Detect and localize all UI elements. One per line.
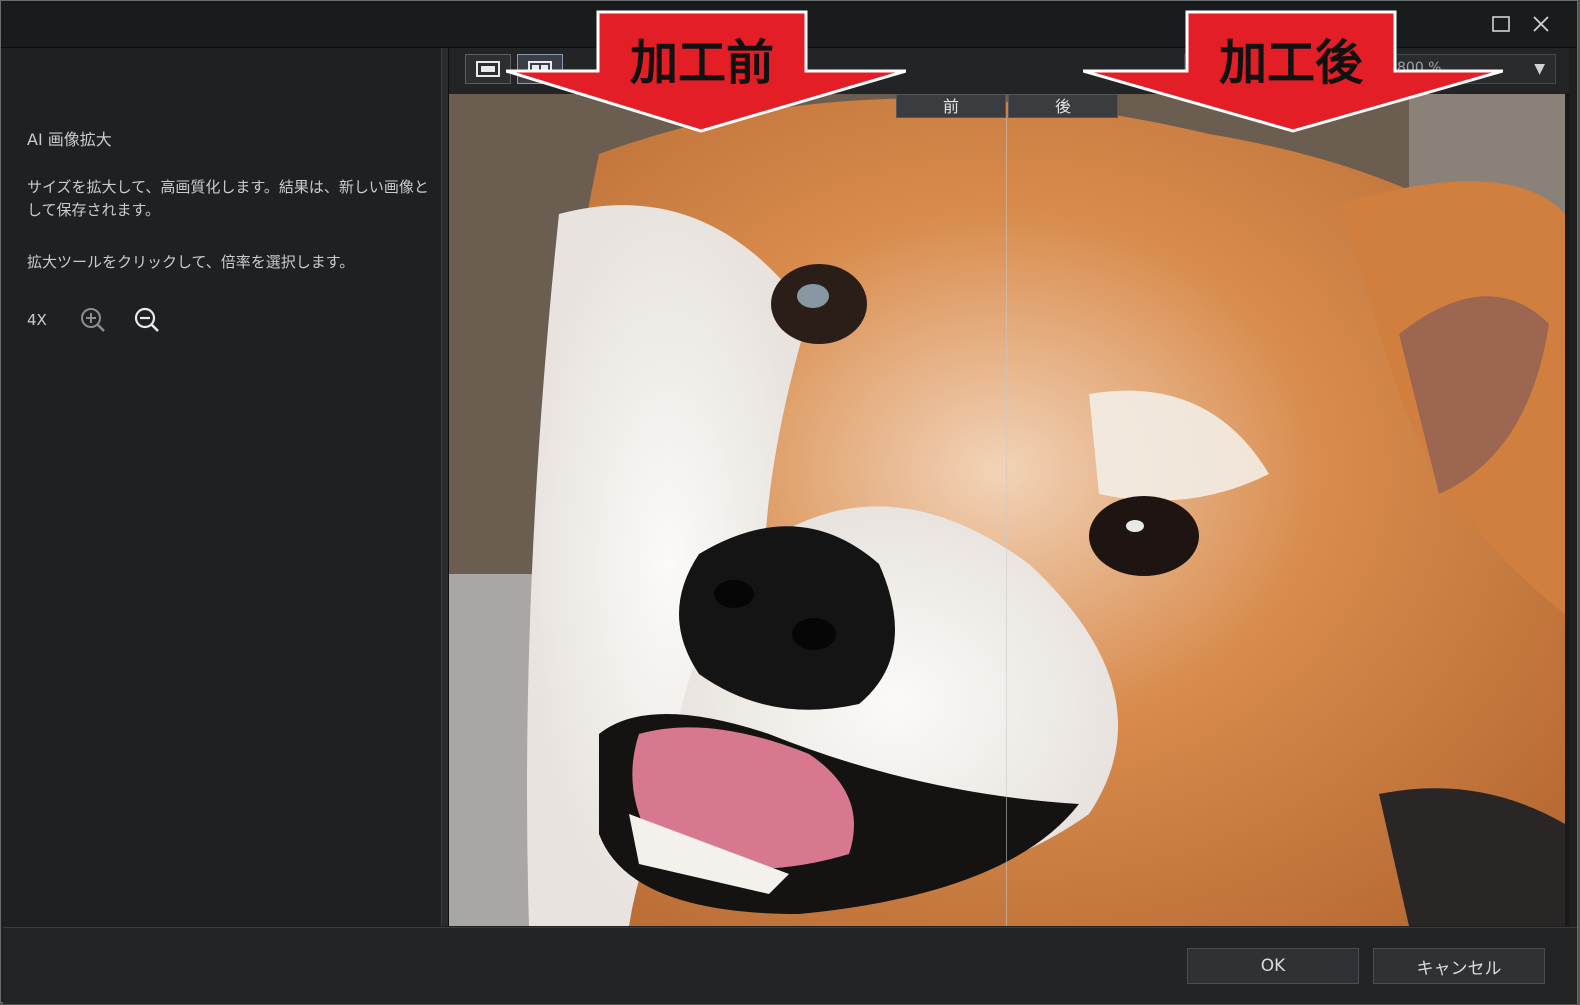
zoom-in-icon (81, 308, 105, 332)
panel-hint: 拡大ツールをクリックして、倍率を選択します。 (27, 253, 355, 271)
chevron-down-icon: ▼ (1534, 61, 1545, 77)
close-button[interactable] (1525, 9, 1557, 39)
after-callout-text: 加工後 (1218, 35, 1363, 91)
zoom-out-button[interactable] (131, 304, 163, 336)
preview-area: 800 % ▼ 前 後 (449, 48, 1569, 926)
dialog-footer: OK キャンセル (3, 927, 1577, 1004)
cancel-button[interactable]: キャンセル (1373, 948, 1545, 984)
before-callout: 加工前 (505, 9, 907, 138)
single-view-button[interactable] (465, 54, 511, 84)
scale-controls: 4X (27, 303, 185, 337)
panel-description: サイズを拡大して、高画質化します。結果は、新しい画像として保存されます。 (27, 178, 429, 219)
settings-panel: AI 画像拡大 サイズを拡大して、高画質化します。結果は、新しい画像として保存さ… (3, 48, 441, 926)
before-label: 前 (896, 94, 1006, 118)
panel-heading: AI 画像拡大 (27, 130, 112, 149)
before-callout-text: 加工前 (629, 35, 774, 91)
panel-splitter[interactable] (441, 48, 449, 926)
preview-image[interactable] (449, 94, 1565, 926)
single-view-icon (476, 61, 500, 77)
zoom-in-button[interactable] (77, 304, 109, 336)
ok-button[interactable]: OK (1187, 948, 1359, 984)
compare-divider[interactable] (1006, 118, 1007, 926)
close-icon (1533, 16, 1549, 32)
after-callout: 加工後 (1082, 9, 1504, 138)
dog-photo (449, 94, 1565, 926)
ai-upscale-dialog: 大 AI 画像拡大 サイズを拡大して、高画質化します。結果は、新しい画像として保… (0, 0, 1578, 1004)
scale-label: 4X (27, 311, 47, 329)
zoom-out-icon (134, 307, 159, 332)
